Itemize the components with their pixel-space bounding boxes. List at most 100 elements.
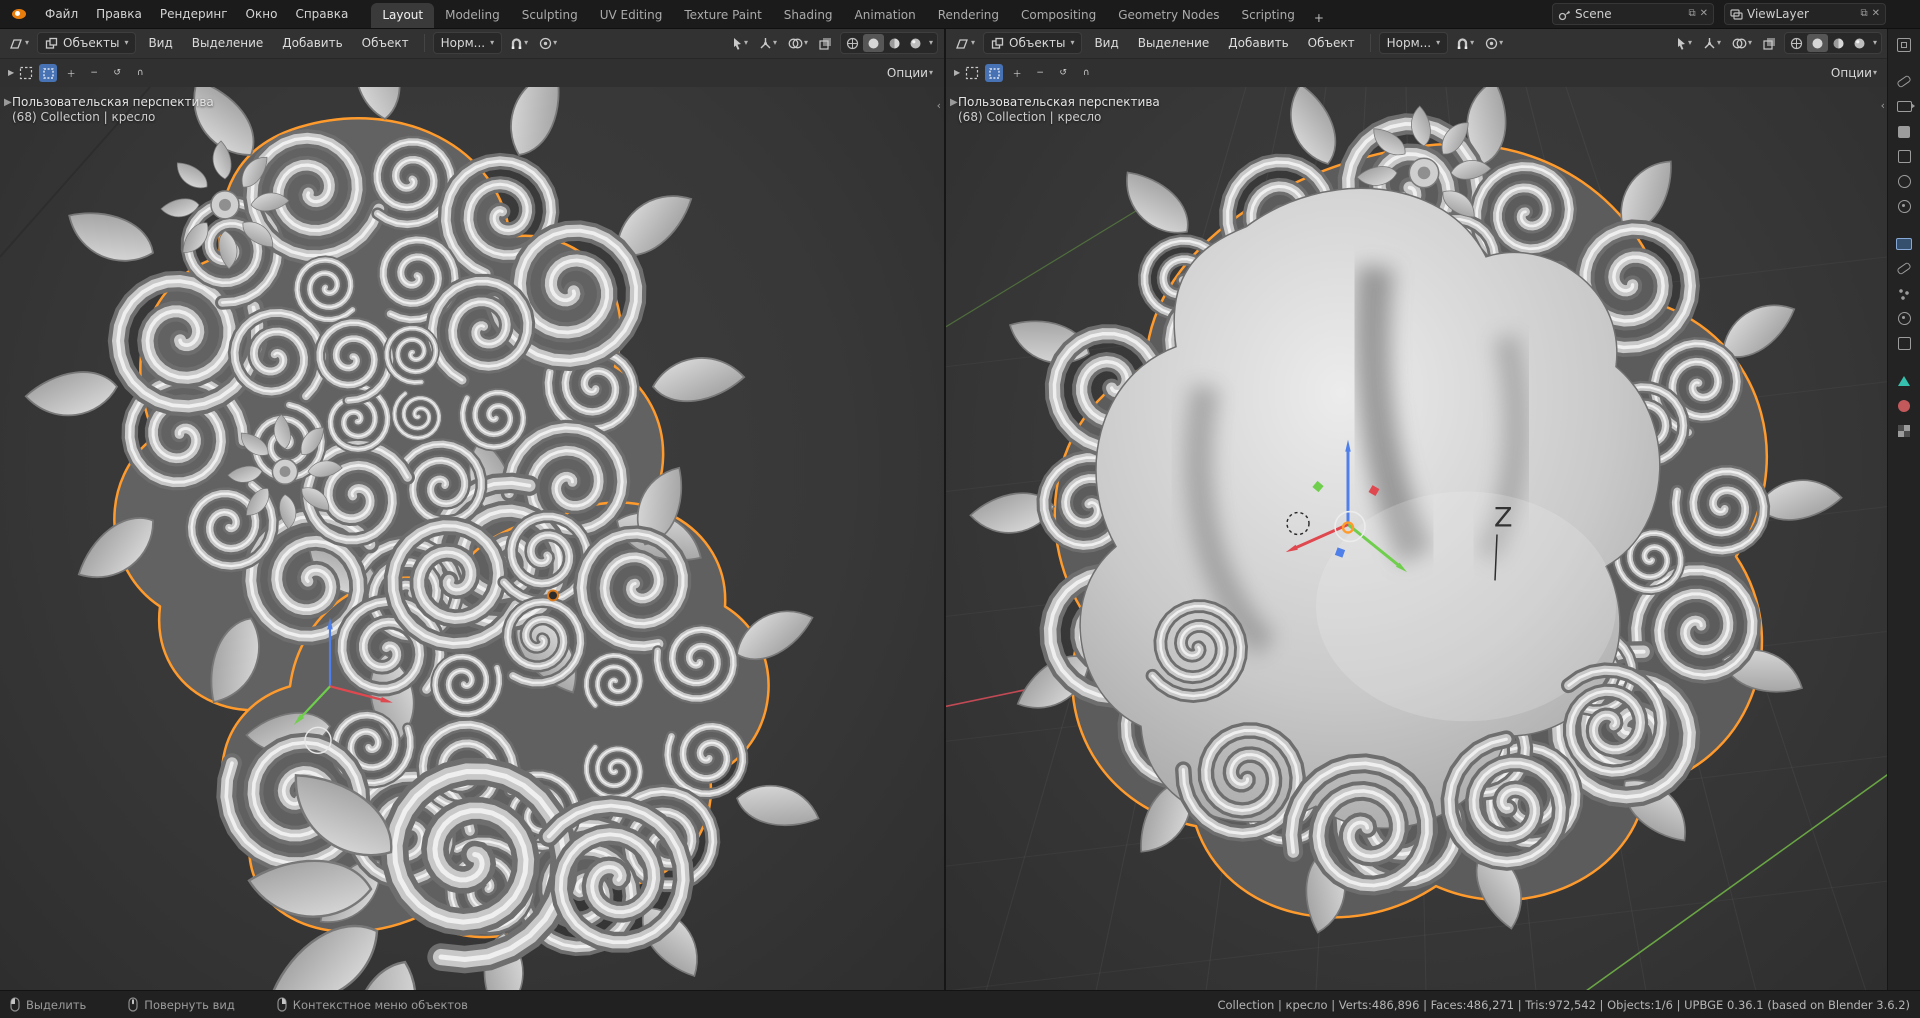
modifier-properties-icon[interactable] [1888, 256, 1920, 281]
tool-options-dropdown[interactable]: Опции ▾ [884, 64, 936, 82]
snap-magnet-icon[interactable]: ▾ [507, 35, 531, 52]
scene-properties-icon[interactable] [1888, 169, 1920, 194]
active-tool-icon[interactable] [1888, 69, 1920, 94]
menu-add[interactable]: Добавить [275, 36, 349, 50]
object-properties-icon[interactable] [1888, 231, 1920, 256]
texture-properties-icon[interactable] [1888, 418, 1920, 443]
viewport-right-3d-view[interactable]: Z Пользовательская перспектива (68) Coll… [946, 87, 1888, 991]
select-mode-intersect-icon[interactable]: ∩ [131, 64, 149, 82]
object-data-properties-icon[interactable] [1888, 368, 1920, 393]
select-mode-invert-icon[interactable]: ↺ [108, 64, 126, 82]
view-layer-properties-icon[interactable] [1888, 144, 1920, 169]
hint-select: Выделить [10, 997, 86, 1012]
tab-layout[interactable]: Layout [371, 3, 435, 28]
menu-render[interactable]: Рендеринг [151, 0, 237, 28]
menu-help[interactable]: Справка [286, 0, 357, 28]
tab-uv-editing[interactable]: UV Editing [589, 3, 674, 28]
menu-view[interactable]: Вид [141, 36, 179, 50]
particle-properties-icon[interactable] [1888, 281, 1920, 306]
editor-type-menu-icon[interactable] [1888, 32, 1920, 57]
render-properties-icon[interactable] [1888, 94, 1920, 119]
transform-orientation-dropdown[interactable]: Норм... ▾ [1378, 32, 1449, 54]
tab-compositing[interactable]: Compositing [1010, 3, 1107, 28]
shading-solid-icon[interactable] [1806, 34, 1828, 52]
shading-material-icon[interactable] [884, 34, 905, 52]
gizmos-icon[interactable]: ▾ [1700, 35, 1724, 52]
menu-edit[interactable]: Правка [87, 0, 151, 28]
sidebar-collapse-arrow[interactable]: ‹ [1881, 99, 1885, 112]
view-layer-new-icon[interactable]: ⧉ [1860, 9, 1867, 19]
view-layer-selector[interactable]: ViewLayer ⧉ ✕ [1724, 3, 1886, 25]
select-mode-extend-icon[interactable]: ＋ [1008, 64, 1026, 82]
mode-dropdown[interactable]: Объекты ▾ [983, 32, 1083, 54]
sidebar-collapse-arrow[interactable]: ‹ [937, 99, 941, 112]
tab-animation[interactable]: Animation [844, 3, 927, 28]
snap-magnet-icon[interactable]: ▾ [1453, 35, 1477, 52]
select-mode-subtract-icon[interactable]: − [85, 64, 103, 82]
select-mode-intersect-icon[interactable]: ∩ [1077, 64, 1095, 82]
material-properties-icon[interactable] [1888, 393, 1920, 418]
select-mode-subtract-icon[interactable]: − [1031, 64, 1049, 82]
output-properties-icon[interactable] [1888, 119, 1920, 144]
editor-type-icon[interactable]: ▾ [6, 35, 32, 52]
scene-selector[interactable]: Scene ⧉ ✕ [1552, 3, 1714, 25]
menu-select[interactable]: Выделение [185, 36, 270, 50]
overlays-icon[interactable]: ▾ [1729, 35, 1755, 52]
tool-settings-expand-icon[interactable]: ▶ [954, 69, 960, 77]
tab-texture-paint[interactable]: Texture Paint [673, 3, 772, 28]
menu-object[interactable]: Объект [355, 36, 416, 50]
gizmos-icon[interactable]: ▾ [756, 35, 780, 52]
proportional-editing-icon[interactable]: ▾ [536, 35, 560, 52]
viewport-right-scene[interactable]: Z [946, 87, 1888, 991]
tab-scripting[interactable]: Scripting [1230, 3, 1305, 28]
shading-wireframe-icon[interactable] [842, 34, 863, 52]
physics-properties-icon[interactable] [1888, 306, 1920, 331]
tool-options-dropdown[interactable]: Опции ▾ [1828, 64, 1880, 82]
menu-window[interactable]: Окно [237, 0, 287, 28]
tab-geometry-nodes[interactable]: Geometry Nodes [1107, 3, 1230, 28]
toolbar-expand-arrow[interactable]: ▶ [950, 97, 958, 108]
view-layer-unlink-icon[interactable]: ✕ [1872, 9, 1880, 19]
xray-toggle-icon[interactable] [1760, 35, 1779, 52]
box-select-tool-icon[interactable] [19, 66, 34, 81]
scene-new-icon[interactable]: ⧉ [1688, 9, 1695, 19]
box-select-tool-icon[interactable] [965, 66, 980, 81]
menu-add[interactable]: Добавить [1221, 36, 1295, 50]
shading-rendered-icon[interactable] [905, 34, 926, 52]
select-mode-invert-icon[interactable]: ↺ [1054, 64, 1072, 82]
tab-sculpting[interactable]: Sculpting [511, 3, 589, 28]
select-mode-extend-icon[interactable]: ＋ [62, 64, 80, 82]
editor-type-icon[interactable]: ▾ [952, 35, 978, 52]
transform-orientation-dropdown[interactable]: Норм... ▾ [432, 32, 503, 54]
viewport-left-scene[interactable] [0, 87, 944, 991]
tool-settings-expand-icon[interactable]: ▶ [8, 69, 14, 77]
shading-wireframe-icon[interactable] [1786, 34, 1807, 52]
scene-unlink-icon[interactable]: ✕ [1700, 9, 1708, 19]
tab-modeling[interactable]: Modeling [434, 3, 511, 28]
middle-mouse-icon [128, 997, 138, 1012]
mode-dropdown[interactable]: Объекты ▾ [37, 32, 137, 54]
tab-shading[interactable]: Shading [773, 3, 844, 28]
viewport-left-3d-view[interactable]: Пользовательская перспектива (68) Collec… [0, 87, 944, 991]
menu-object[interactable]: Объект [1301, 36, 1362, 50]
blender-logo[interactable] [8, 5, 30, 23]
select-mode-new-icon[interactable] [985, 64, 1004, 82]
tab-rendering[interactable]: Rendering [927, 3, 1010, 28]
xray-toggle-icon[interactable] [816, 35, 835, 52]
constraint-properties-icon[interactable] [1888, 331, 1920, 356]
selectability-visibility-icon[interactable]: ▾ [728, 35, 751, 52]
selectability-visibility-icon[interactable]: ▾ [1672, 35, 1695, 52]
menu-file[interactable]: Файл [36, 0, 87, 28]
toolbar-expand-arrow[interactable]: ▶ [4, 97, 12, 108]
overlays-icon[interactable]: ▾ [785, 35, 811, 52]
add-workspace-button[interactable]: + [1306, 8, 1332, 28]
menu-view[interactable]: Вид [1087, 36, 1125, 50]
shading-material-icon[interactable] [1828, 34, 1849, 52]
select-mode-new-icon[interactable] [39, 64, 58, 82]
shading-solid-icon[interactable] [862, 34, 884, 52]
proportional-editing-icon[interactable]: ▾ [1482, 35, 1506, 52]
world-properties-icon[interactable] [1888, 194, 1920, 219]
menu-select[interactable]: Выделение [1131, 36, 1216, 50]
right-mouse-icon [277, 997, 287, 1012]
shading-rendered-icon[interactable] [1849, 34, 1870, 52]
